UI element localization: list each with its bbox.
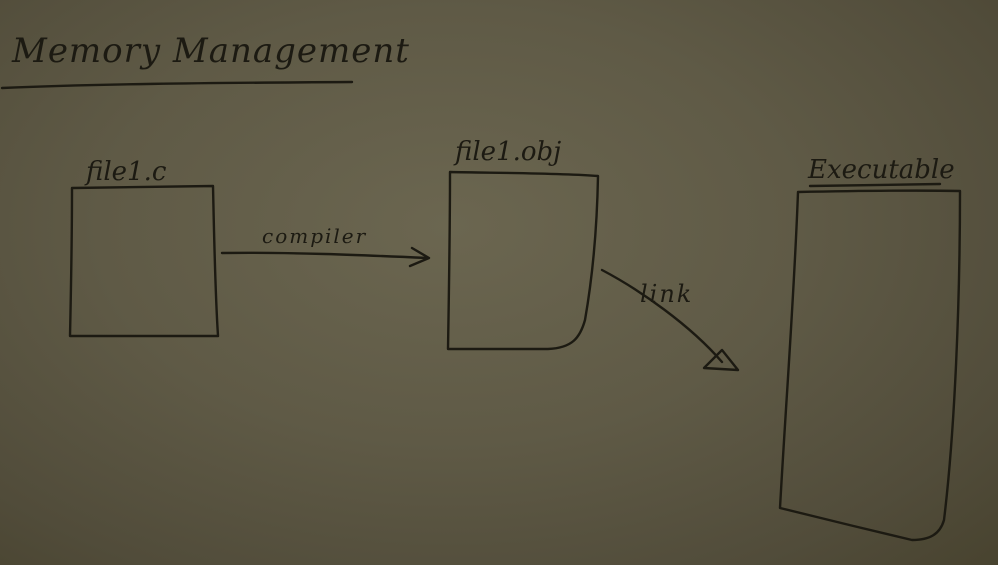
source-file-label: file1.c [84,157,167,187]
compile-edge-label: compiler [262,224,367,248]
source-file-box [68,184,220,338]
diagram-title: Memory Management [11,31,410,71]
whiteboard-diagram: Memory Management file1.c compiler file1… [0,31,962,542]
object-file-box [446,170,600,351]
compile-arrow-shaft [220,251,430,260]
executable-box [778,189,962,542]
link-edge-label: link [640,280,693,308]
executable-label: Executable [807,155,955,185]
object-file-label: file1.obj [453,137,561,167]
title-underline [0,80,354,90]
